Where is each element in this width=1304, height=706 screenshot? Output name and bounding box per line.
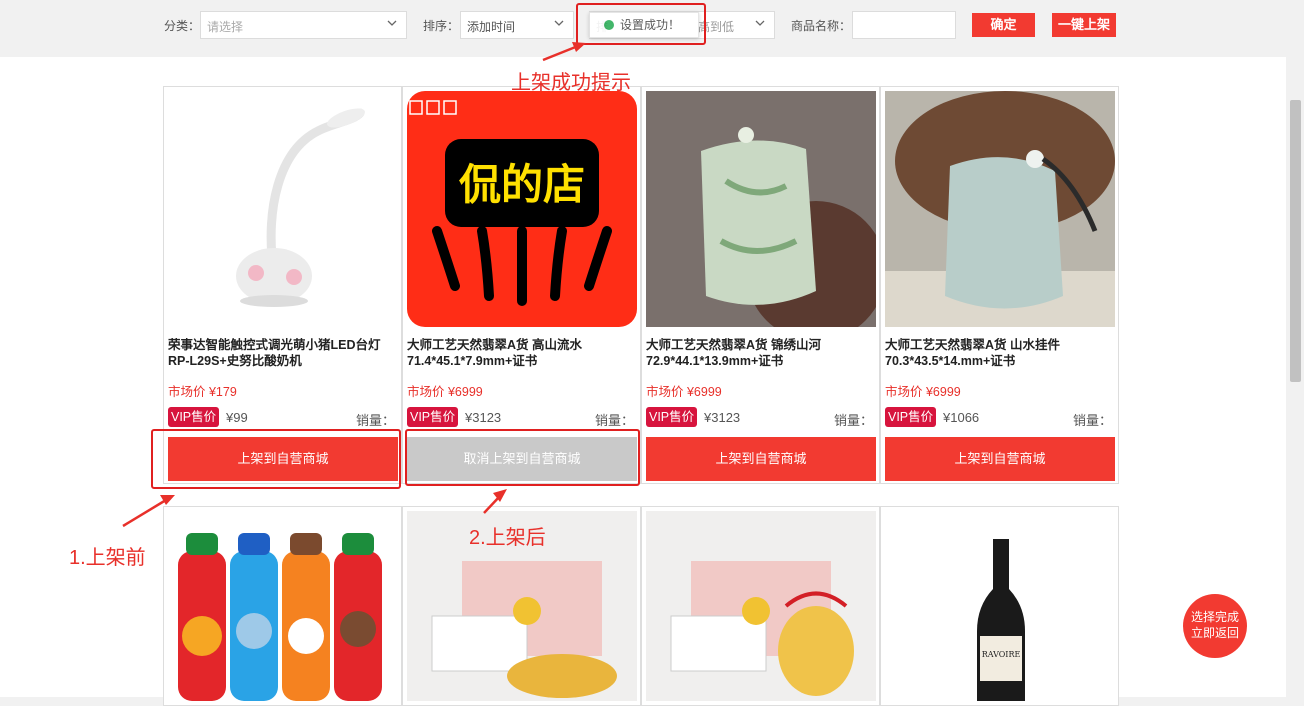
product-title: 大师工艺天然翡翠A货 锦绣山河72.9*44.1*13.9mm+证书 <box>646 338 822 368</box>
jade-landscape-image <box>885 91 1115 327</box>
sales-label: 销量： <box>594 413 634 428</box>
product-image <box>646 91 876 327</box>
product-card <box>163 506 402 706</box>
chevron-down-icon <box>554 20 564 26</box>
vip-badge: VIP售价 <box>646 407 698 427</box>
store-logo-text: 侃的店 <box>459 160 585 209</box>
category-placeholder: 请选择 <box>207 20 244 34</box>
vip-price: ¥3123 <box>465 410 502 425</box>
product-image: 侃的店 <box>407 91 637 327</box>
vip-price: ¥3123 <box>704 410 741 425</box>
market-price: 市场价 ¥6999 <box>885 385 961 399</box>
store-logo-image: 侃的店 <box>407 91 637 327</box>
product-card: 侃的店 大师工艺天然翡翠A货 高山流水71.4*45.1*7.9mm+证书 市场… <box>402 86 641 484</box>
product-card: RAVOIRE <box>880 506 1119 706</box>
market-price: 市场价 ¥6999 <box>646 385 722 399</box>
scrollbar-thumb[interactable] <box>1290 100 1301 382</box>
gold-bag-image <box>646 511 876 701</box>
market-price: 市场价 ¥179 <box>168 385 237 399</box>
list-to-store-button[interactable]: 上架到自营商城 <box>885 437 1115 481</box>
confirm-button[interactable]: 确定 <box>972 13 1035 37</box>
bulk-list-button[interactable]: 一键上架 <box>1052 13 1116 37</box>
sort-select[interactable]: 添加时间 <box>460 11 574 39</box>
before-annotation: 1.上架前 <box>69 547 146 569</box>
before-highlight-box <box>151 429 401 489</box>
product-image <box>885 91 1115 327</box>
svg-text:RAVOIRE: RAVOIRE <box>982 650 1021 659</box>
finish-return-line2: 立即返回 <box>1190 626 1239 640</box>
list-to-store-button[interactable]: 上架到自营商城 <box>646 437 876 481</box>
sort-value: 添加时间 <box>467 20 516 34</box>
product-name-input[interactable] <box>852 11 956 39</box>
vip-badge: VIP售价 <box>407 407 459 427</box>
product-title: 大师工艺天然翡翠A货 山水挂件70.3*43.5*14.mm+证书 <box>885 338 1061 368</box>
product-card: 大师工艺天然翡翠A货 山水挂件70.3*43.5*14.mm+证书 市场价 ¥6… <box>880 86 1119 484</box>
after-highlight-box <box>405 429 640 486</box>
after-annotation: 2.上架后 <box>469 527 546 549</box>
product-card <box>641 506 880 706</box>
vip-badge: VIP售价 <box>885 407 937 427</box>
toast-highlight-box <box>576 3 706 45</box>
category-select[interactable]: 请选择 <box>200 11 407 39</box>
vip-price: ¥99 <box>226 410 248 425</box>
sales-label: 销量： <box>833 413 873 428</box>
success-tip-annotation: 上架成功提示 <box>511 72 631 94</box>
finish-return-button[interactable]: 选择完成 立即返回 <box>1183 594 1247 658</box>
sales-label: 销量： <box>355 413 395 428</box>
product-image <box>168 91 398 327</box>
wine-bottle-image: RAVOIRE <box>885 511 1115 701</box>
product-card: 荣事达智能触控式调光萌小猪LED台灯RP-L29S+史努比酸奶机 市场价 ¥17… <box>163 86 402 484</box>
product-name-label: 商品名称： <box>791 19 852 33</box>
product-title: 大师工艺天然翡翠A货 高山流水71.4*45.1*7.9mm+证书 <box>407 338 583 368</box>
vip-price: ¥1066 <box>943 410 980 425</box>
finish-return-line1: 选择完成 <box>1190 610 1239 624</box>
category-label: 分类： <box>164 19 201 33</box>
kids-bottles-image <box>168 511 398 701</box>
market-price: 市场价 ¥6999 <box>407 385 483 399</box>
product-card: 大师工艺天然翡翠A货 锦绣山河72.9*44.1*13.9mm+证书 市场价 ¥… <box>641 86 880 484</box>
sales-label: 销量： <box>1072 413 1112 428</box>
product-title: 荣事达智能触控式调光萌小猪LED台灯RP-L29S+史努比酸奶机 <box>168 338 381 368</box>
sort-label: 排序： <box>423 19 460 33</box>
chevron-down-icon <box>387 20 397 26</box>
lamp-image <box>168 91 398 327</box>
vip-badge: VIP售价 <box>168 407 220 427</box>
chevron-down-icon <box>755 20 765 26</box>
jade-pendant-image <box>646 91 876 327</box>
